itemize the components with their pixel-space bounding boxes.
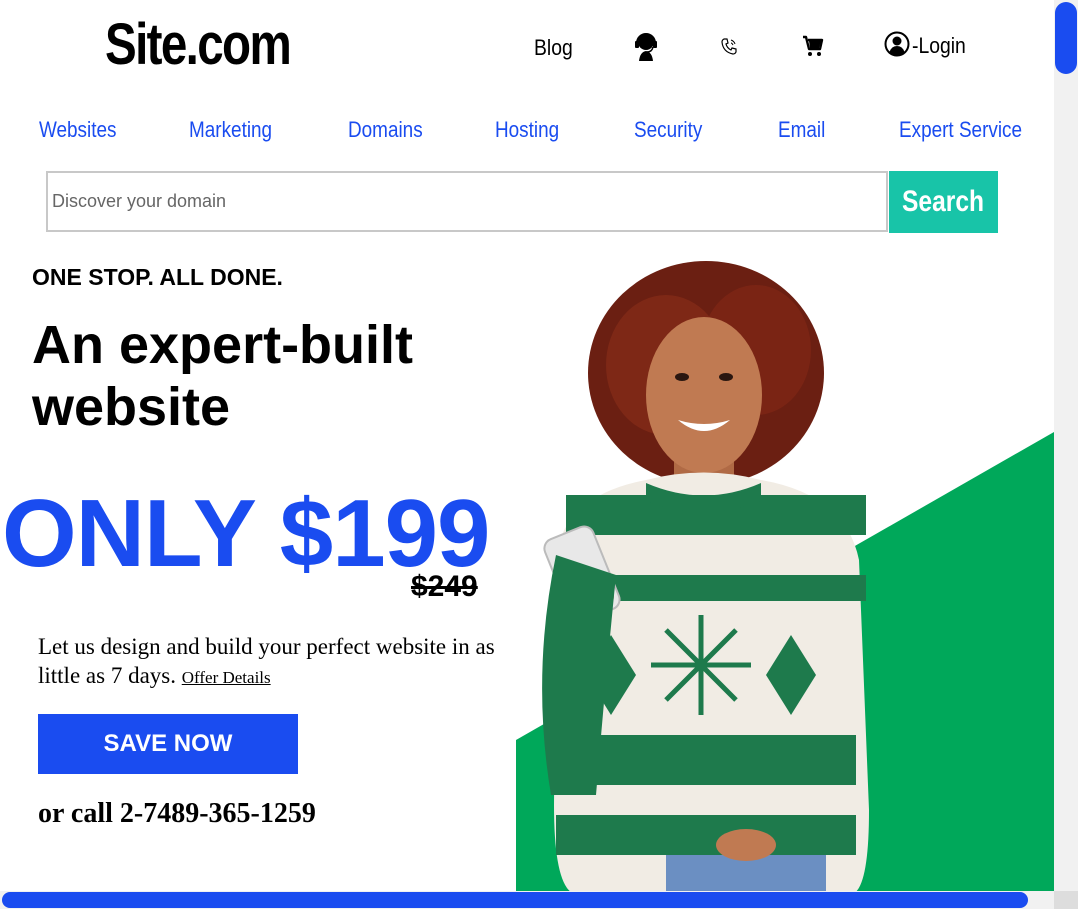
horizontal-scrollbar-thumb[interactable]	[2, 892, 1028, 908]
search-button-label: Search	[902, 185, 985, 218]
blog-link[interactable]: Blog	[534, 28, 573, 68]
domain-search-box	[46, 171, 888, 232]
menu-item-expert-service[interactable]: Expert Service	[899, 112, 1022, 148]
domain-search-input[interactable]	[48, 173, 886, 230]
menu-item-marketing[interactable]: Marketing	[189, 112, 272, 148]
search-button[interactable]: Search	[889, 171, 998, 233]
login-label: -Login	[912, 33, 966, 58]
hero-headline: An expert-built website	[32, 315, 414, 437]
login-link[interactable]: -Login	[884, 28, 973, 64]
hero-price: ONLY $199	[2, 480, 490, 587]
menu-item-hosting[interactable]: Hosting	[495, 112, 559, 148]
hero-eyebrow: ONE STOP. ALL DONE.	[32, 264, 283, 290]
support-agent-icon[interactable]	[632, 30, 660, 62]
menu-item-domains[interactable]: Domains	[348, 112, 423, 148]
site-logo[interactable]: Site.com	[105, 10, 292, 80]
menu-item-websites[interactable]: Websites	[39, 112, 116, 148]
vertical-scrollbar-track[interactable]	[1054, 0, 1078, 891]
hero-image	[516, 261, 1054, 895]
main-menu: Websites Marketing Domains Hosting Secur…	[0, 112, 1054, 148]
save-now-button[interactable]: SAVE NOW	[38, 714, 298, 774]
menu-item-security[interactable]: Security	[634, 112, 702, 148]
offer-details-link[interactable]: Offer Details	[182, 668, 271, 687]
phone-icon[interactable]	[720, 30, 738, 62]
cart-icon[interactable]	[800, 30, 826, 62]
call-text: or call 2-7489-365-1259	[38, 798, 316, 829]
vertical-scrollbar-thumb[interactable]	[1055, 2, 1077, 74]
menu-item-email[interactable]: Email	[778, 112, 825, 148]
scrollbar-corner	[1054, 891, 1078, 909]
user-icon	[884, 30, 910, 63]
old-price: $249	[411, 570, 478, 603]
hero-description: Let us design and build your perfect web…	[38, 632, 518, 692]
page: Site.com Blog -Login Websites Marketing …	[0, 0, 1054, 909]
